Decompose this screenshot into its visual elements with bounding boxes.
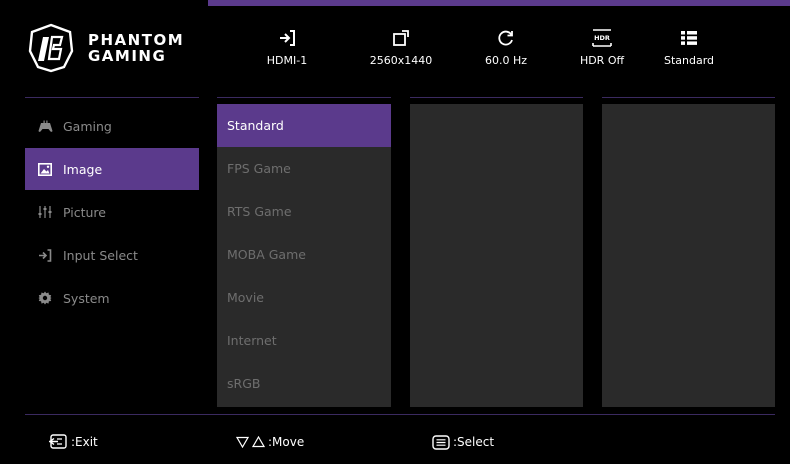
status-input-label: HDMI-1 <box>266 54 308 67</box>
footer-select-label: :Select <box>453 435 495 449</box>
sidebar-item-label: Picture <box>63 204 106 220</box>
status-mode-label: Standard <box>663 54 715 67</box>
panel3-top-divider <box>602 97 775 98</box>
gamepad-icon <box>37 118 53 134</box>
mode-item-srgb[interactable]: sRGB <box>217 362 391 405</box>
sidebar-item-input-select[interactable]: Input Select <box>25 234 199 276</box>
status-refresh: 60.0 Hz <box>476 26 536 76</box>
gear-icon <box>37 290 53 306</box>
input-arrow-icon <box>278 26 296 50</box>
mode-item-fps-game[interactable]: FPS Game <box>217 147 391 190</box>
mode-list-panel: Standard FPS Game RTS Game MOBA Game Mov… <box>217 104 391 407</box>
resolution-icon <box>392 26 410 50</box>
mode-item-movie[interactable]: Movie <box>217 276 391 319</box>
status-refresh-label: 60.0 Hz <box>484 54 528 67</box>
sidebar-item-image[interactable]: Image <box>25 148 199 190</box>
footer-exit-label: :Exit <box>71 435 98 449</box>
down-triangle-icon <box>236 436 249 448</box>
footer-divider <box>25 414 775 415</box>
sidebar-item-picture[interactable]: Picture <box>25 191 199 233</box>
submenu-panel-3 <box>602 104 775 407</box>
brand-line-1: PHANTOM <box>88 31 185 49</box>
top-accent-bar <box>208 0 790 6</box>
exit-icon <box>48 434 68 450</box>
mode-item-internet[interactable]: Internet <box>217 319 391 362</box>
sidebar-item-label: Input Select <box>63 247 138 263</box>
sidebar-item-label: Gaming <box>63 118 112 134</box>
sliders-icon <box>37 204 53 220</box>
brand-text: PHANTOM GAMING <box>88 32 184 64</box>
mode-item-moba-game[interactable]: MOBA Game <box>217 233 391 276</box>
footer-select-hint: :Select <box>432 432 494 452</box>
sidebar-top-divider <box>25 97 199 98</box>
footer-exit-hint: :Exit <box>48 432 98 452</box>
sidebar-item-gaming[interactable]: Gaming <box>25 105 199 147</box>
image-icon <box>37 161 53 177</box>
menu-icon <box>432 434 450 450</box>
modes-top-divider <box>217 97 391 98</box>
sidebar-item-label: Image <box>63 161 103 177</box>
status-resolution-label: 2560x1440 <box>369 54 433 67</box>
status-hdr: HDR HDR Off <box>574 26 630 76</box>
status-resolution: 2560x1440 <box>362 26 440 76</box>
hdr-badge-text: HDR <box>594 34 610 42</box>
mode-item-rts-game[interactable]: RTS Game <box>217 190 391 233</box>
phantom-gaming-logo-icon <box>28 23 74 73</box>
sidebar-item-system[interactable]: System <box>25 277 199 319</box>
sidebar-menu: Gaming Image Picture Input Select System <box>25 105 199 320</box>
up-triangle-icon <box>252 436 265 448</box>
phantom-gaming-logo: PHANTOM GAMING <box>28 22 208 74</box>
hdr-icon: HDR <box>591 26 613 50</box>
list-icon <box>680 26 698 50</box>
status-mode: Standard <box>656 26 722 76</box>
submenu-panel-2 <box>410 104 583 407</box>
refresh-icon <box>497 26 515 50</box>
brand-line-2: GAMING <box>88 47 167 65</box>
status-hdr-label: HDR Off <box>579 54 625 67</box>
status-input: HDMI-1 <box>262 26 312 76</box>
mode-item-standard[interactable]: Standard <box>217 104 391 147</box>
panel2-top-divider <box>410 97 583 98</box>
footer-move-hint: :Move <box>236 432 304 452</box>
footer-move-label: :Move <box>268 435 305 449</box>
input-icon <box>37 247 53 263</box>
sidebar-item-label: System <box>63 290 110 306</box>
